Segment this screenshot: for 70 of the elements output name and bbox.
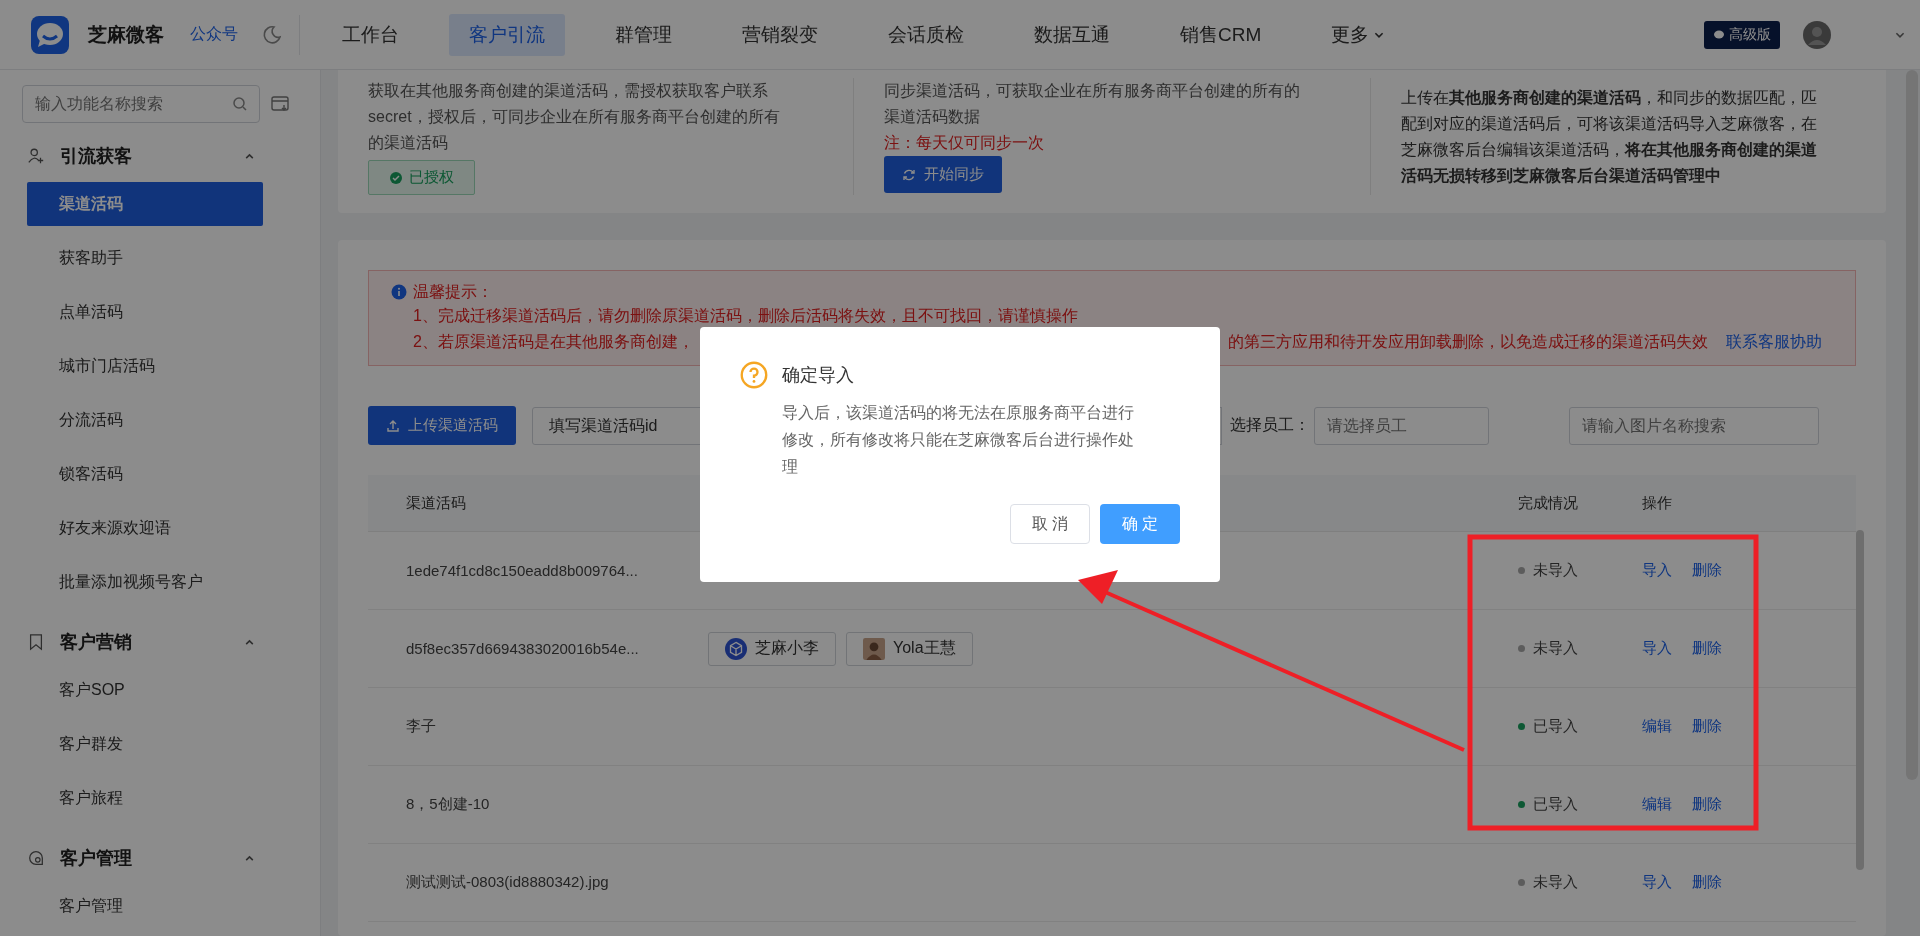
table-cell-text: d5f8ec357d6694383020016b54e... — [405, 640, 640, 657]
action-link[interactable]: 编辑 — [1642, 717, 1672, 736]
notice-text: 的第三方应用和待开发应用卸载删除，以免造成迁移的渠道活码失效 — [1227, 332, 1708, 352]
plan-badge[interactable]: 高级版 — [1704, 20, 1780, 49]
table-cell-text: 李子 — [405, 717, 437, 736]
staff-tag: 芝麻小李 — [708, 631, 836, 666]
table-cell-text: 8，5创建-10 — [405, 795, 491, 814]
sidebar-item[interactable]: 客户旅程 — [27, 776, 263, 820]
more-menu[interactable]: 更多 — [1311, 13, 1406, 56]
brand-name: 芝麻微客 — [88, 22, 164, 47]
sidebar-item[interactable]: 城市门店活码 — [27, 344, 263, 388]
sidebar-item[interactable]: 好友来源欢迎语 — [27, 506, 263, 550]
sidebar-item[interactable]: 客户SOP — [27, 668, 263, 712]
nav-tab[interactable]: 销售CRM — [1160, 13, 1282, 56]
action-link[interactable]: 删除 — [1692, 873, 1722, 892]
notice-text: 2、若原渠道活码是在其他服务商创建， — [413, 332, 694, 352]
status-text: 已导入 — [1533, 717, 1578, 736]
column-header: 完成情况 — [1518, 493, 1579, 513]
action-link[interactable]: 删除 — [1692, 639, 1722, 658]
sync-note: 注：每天仅可同步一次 — [884, 133, 1045, 153]
cancel-button[interactable]: 取 消 — [1010, 504, 1090, 544]
notice-title: 温馨提示： — [413, 282, 493, 302]
nav-tab[interactable]: 客户引流 — [449, 13, 565, 56]
status-text: 已导入 — [1533, 795, 1578, 814]
confirm-button[interactable]: 确 定 — [1100, 504, 1180, 544]
staff-field[interactable]: 请选择员工 — [1314, 406, 1489, 445]
action-link[interactable]: 删除 — [1692, 561, 1722, 580]
nav-tab[interactable]: 会话质检 — [868, 13, 984, 56]
staff-label: 选择员工： — [1230, 415, 1310, 435]
staff-tag: Yola王慧 — [846, 631, 973, 666]
sidebar-item[interactable]: 获客助手 — [27, 236, 263, 280]
status-text: 未导入 — [1533, 873, 1578, 892]
sidebar-item[interactable]: 客户管理 — [27, 884, 263, 928]
account-link[interactable]: 公众号 — [190, 24, 238, 45]
upload-button[interactable]: 上传渠道活码 — [368, 406, 516, 445]
panel-description: 获取在其他服务商创建的渠道活码，需授权获取客户联系secret，授权后，可同步企业在所有服务商平台创建的所有的渠道活码 — [368, 81, 781, 153]
table-cell-text: 测试测试-0803(id8880342).jpg — [405, 873, 610, 892]
action-link[interactable]: 导入 — [1642, 561, 1672, 580]
sidebar-item[interactable]: 点单活码 — [27, 290, 263, 334]
action-link[interactable]: 导入 — [1642, 639, 1672, 658]
table-cell-text: 1ede74f1cd8c150eadd8b009764... — [405, 562, 639, 579]
nav-tab[interactable]: 营销裂变 — [722, 13, 838, 56]
panel-description: 同步渠道活码，可获取企业在所有服务商平台创建的所有的渠道活码数据 — [884, 81, 1302, 127]
dialog-title: 确定导入 — [782, 364, 854, 387]
menu-group[interactable]: 客户营销 — [0, 609, 320, 663]
action-link[interactable]: 删除 — [1692, 717, 1722, 736]
menu-group[interactable]: 客户管理 — [0, 825, 320, 879]
menu-group[interactable]: 引流获客 — [0, 123, 320, 177]
action-link[interactable]: 删除 — [1692, 795, 1722, 814]
search-field[interactable]: 输入功能名称搜索 — [22, 85, 260, 123]
sidebar-item[interactable]: 渠道活码 — [27, 182, 263, 226]
column-header: 操作 — [1642, 493, 1673, 513]
nav-tab[interactable]: 群管理 — [595, 13, 692, 56]
status-text: 未导入 — [1533, 639, 1578, 658]
sidebar-item[interactable]: 客户群发 — [27, 722, 263, 766]
nav-tab[interactable]: 数据互通 — [1014, 13, 1130, 56]
dialog-message: 导入后，该渠道活码的将无法在原服务商平台进行修改，所有修改将只能在芝麻微客后台进行操作处理 — [782, 403, 1135, 477]
notice-text: 1、完成迁移渠道活码后，请勿删除原渠道活码，删除后活码将失效，且不可找回，请谨慎操作 — [413, 306, 1079, 326]
nav-tab[interactable]: 工作台 — [322, 13, 419, 56]
action-link[interactable]: 导入 — [1642, 873, 1672, 892]
status-text: 未导入 — [1533, 561, 1578, 580]
image-search-field[interactable]: 请输入图片名称搜索 — [1569, 406, 1819, 445]
sidebar-item[interactable]: 批量添加视频号客户 — [27, 560, 263, 604]
sidebar-item[interactable]: 锁客活码 — [27, 452, 263, 496]
sync-button[interactable]: 开始同步 — [884, 156, 1003, 193]
column-header: 渠道活码 — [405, 493, 467, 513]
panel-description: 上传在其他服务商创建的渠道活码，和同步的数据匹配，匹配到对应的渠道活码后，可将该渠道活码导入芝麻微客，在芝麻微客后台编辑该渠道活码，将在其他服务商创建的渠道活码无损转移到芝麻微客后台渠道活码管理中 — [1400, 87, 1818, 186]
sidebar-item[interactable]: 分流活码 — [27, 398, 263, 442]
support-link[interactable]: 联系客服协助 — [1725, 331, 1822, 353]
action-link[interactable]: 编辑 — [1642, 795, 1672, 814]
